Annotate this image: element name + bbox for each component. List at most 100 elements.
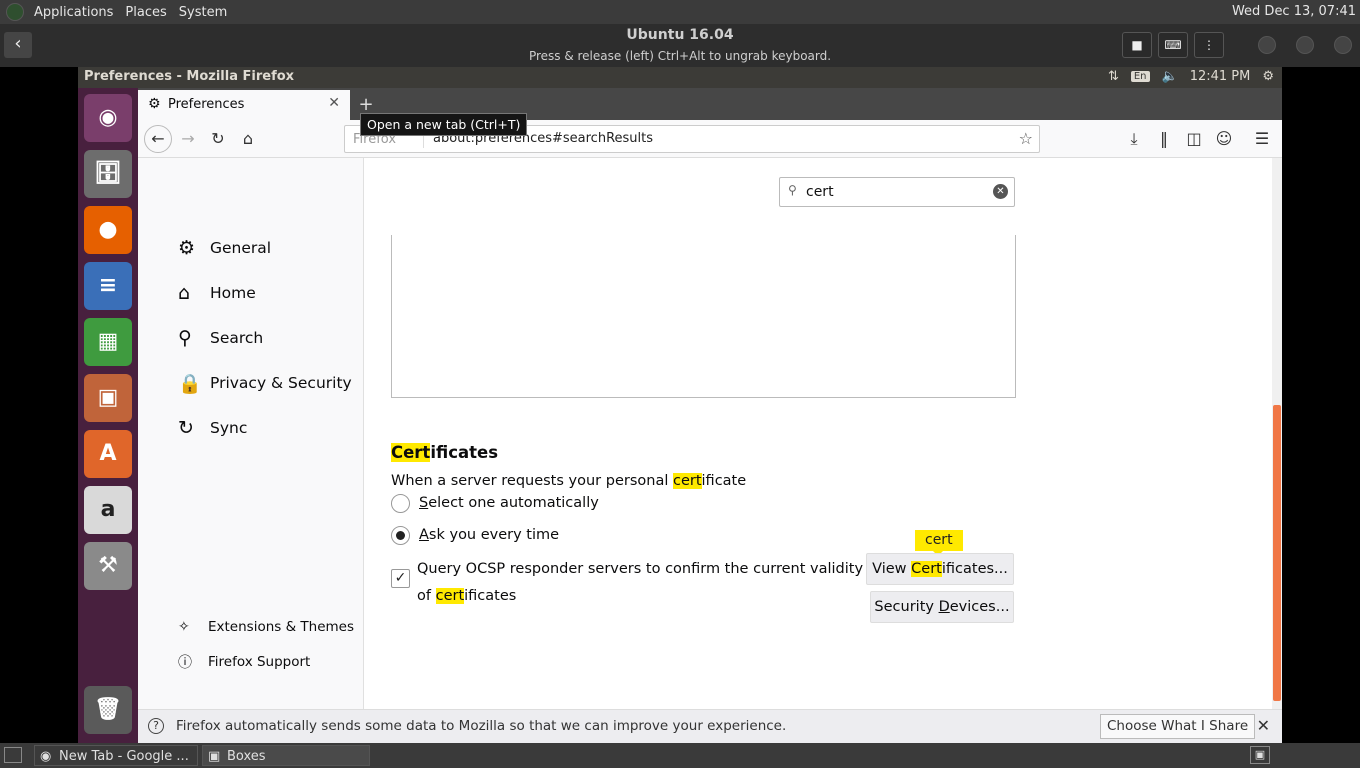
preferences-page: ⚙ General ⌂ Home ⚲ Search 🔒 Privacy & Se… bbox=[138, 158, 1282, 709]
radio-button[interactable] bbox=[391, 493, 410, 513]
keyboard-layout[interactable]: En bbox=[1130, 71, 1150, 82]
btn-text: Security bbox=[874, 599, 939, 615]
category-general[interactable]: ⚙ General bbox=[178, 233, 271, 263]
link-label: Extensions & Themes bbox=[208, 619, 355, 635]
sync-icon: ↻ bbox=[178, 417, 194, 439]
system-settings-icon[interactable]: ⚒ bbox=[84, 542, 132, 590]
firefox-icon[interactable]: ● bbox=[84, 206, 132, 254]
calc-icon[interactable]: ▦ bbox=[84, 318, 132, 366]
menu-system[interactable]: System bbox=[173, 5, 233, 20]
amazon-icon[interactable]: a bbox=[84, 486, 132, 534]
scrollbar-thumb[interactable] bbox=[1273, 405, 1281, 701]
boxes-subtitle: Press & release (left) Ctrl+Alt to ungra… bbox=[528, 49, 832, 63]
ubuntu-dash-icon[interactable]: ◉ bbox=[84, 94, 132, 142]
back-button[interactable]: ← bbox=[144, 125, 172, 153]
account-icon[interactable]: ☺ bbox=[1210, 126, 1238, 152]
settings-gear-icon[interactable]: ⚙ bbox=[1262, 69, 1274, 84]
ocsp-checkbox[interactable]: ✓ bbox=[391, 569, 410, 588]
stop-button[interactable]: ■ bbox=[1122, 32, 1152, 58]
close-notification-icon[interactable]: ✕ bbox=[1257, 716, 1270, 735]
preferences-main: ⚲ cert ✕ Certificates When a server requ… bbox=[365, 158, 1282, 709]
distro-logo-icon[interactable] bbox=[6, 3, 24, 21]
radio-button[interactable] bbox=[391, 525, 410, 545]
menu-places[interactable]: Places bbox=[119, 5, 172, 20]
firefox-support-link[interactable]: ⓘ Firefox Support bbox=[178, 647, 310, 677]
security-devices-button[interactable]: Security Devices... bbox=[870, 591, 1014, 623]
guest-top-panel: Preferences - Mozilla Firefox ⇅ En 🔈 12:… bbox=[78, 67, 1282, 88]
maximize-icon[interactable] bbox=[1296, 36, 1314, 54]
radio-label: Select one automatically bbox=[419, 495, 599, 511]
certificates-heading: Certificates bbox=[391, 443, 498, 462]
results-listbox[interactable] bbox=[391, 235, 1016, 398]
chrome-icon: ◉ bbox=[40, 749, 52, 764]
software-center-icon[interactable]: A bbox=[84, 430, 132, 478]
guest-clock[interactable]: 12:41 PM bbox=[1190, 69, 1251, 84]
new-tab-tooltip: Open a new tab (Ctrl+T) bbox=[360, 113, 528, 136]
clear-search-icon[interactable]: ✕ bbox=[993, 184, 1008, 199]
choose-what-i-share-button[interactable]: Choose What I Share bbox=[1100, 714, 1256, 739]
task-google-chrome[interactable]: ◉ New Tab - Google ... bbox=[34, 745, 198, 766]
search-tooltip-bubble: cert bbox=[915, 530, 963, 556]
label-rest: elect one automatically bbox=[428, 495, 599, 511]
trash-icon[interactable]: 🗑 bbox=[84, 686, 132, 734]
minimize-icon[interactable] bbox=[1258, 36, 1276, 54]
reload-button[interactable]: ↻ bbox=[204, 126, 232, 152]
tab-close-icon[interactable]: ✕ bbox=[328, 95, 340, 111]
category-privacy-security[interactable]: 🔒 Privacy & Security bbox=[178, 368, 352, 398]
home-button[interactable]: ⌂ bbox=[234, 126, 262, 152]
close-icon[interactable] bbox=[1334, 36, 1352, 54]
category-label: General bbox=[210, 239, 272, 257]
highlight: cert bbox=[672, 473, 702, 489]
search-icon: ⚲ bbox=[788, 183, 797, 197]
workspace-switcher-icon[interactable]: ▣ bbox=[1250, 746, 1270, 764]
downloads-icon[interactable]: ⤓ bbox=[1120, 126, 1148, 152]
search-icon: ⚲ bbox=[178, 327, 192, 349]
category-label: Search bbox=[210, 329, 264, 347]
preferences-search-input[interactable]: ⚲ cert ✕ bbox=[779, 177, 1015, 207]
writer-icon[interactable]: ≡ bbox=[84, 262, 132, 310]
forward-button[interactable]: → bbox=[174, 126, 202, 152]
host-clock[interactable]: Wed Dec 13, 07:41 bbox=[1232, 4, 1356, 19]
files-icon[interactable]: 🗄 bbox=[84, 150, 132, 198]
boxes-header-bar: ‹ Ubuntu 16.04 Press & release (left) Ct… bbox=[0, 24, 1360, 67]
guest-desktop: Preferences - Mozilla Firefox ⇅ En 🔈 12:… bbox=[78, 67, 1282, 743]
impress-icon[interactable]: ▣ bbox=[84, 374, 132, 422]
ocsp-label: Query OCSP responder servers to confirm … bbox=[417, 556, 867, 610]
volume-icon[interactable]: 🔈 bbox=[1162, 69, 1178, 84]
highlight: Cert bbox=[911, 561, 942, 577]
vertical-scrollbar[interactable] bbox=[1272, 158, 1282, 709]
search-value[interactable]: cert bbox=[806, 184, 834, 200]
library-icon[interactable]: ‖ bbox=[1150, 126, 1178, 152]
data-notification-bar: ? Firefox automatically sends some data … bbox=[138, 709, 1282, 743]
puzzle-icon: ✧ bbox=[178, 619, 190, 635]
lock-icon: 🔒 bbox=[178, 372, 202, 395]
category-search[interactable]: ⚲ Search bbox=[178, 323, 263, 353]
navigation-toolbar: ← → ↻ ⌂ Firefox about:preferences#search… bbox=[138, 120, 1282, 158]
view-certificates-button[interactable]: View Certificates... bbox=[866, 553, 1014, 585]
network-icon[interactable]: ⇅ bbox=[1108, 69, 1119, 84]
category-label: Privacy & Security bbox=[210, 374, 352, 392]
category-home[interactable]: ⌂ Home bbox=[178, 278, 256, 308]
tab-strip: ⚙ Preferences ✕ + Open a new tab (Ctrl+T… bbox=[138, 88, 1282, 136]
radio-ask-every-time[interactable]: Ask you every time bbox=[391, 524, 559, 546]
firefox-window: ⚙ Preferences ✕ + Open a new tab (Ctrl+T… bbox=[138, 88, 1282, 743]
task-boxes[interactable]: ▣ Boxes bbox=[202, 745, 370, 766]
menu-hamburger-icon[interactable]: ☰ bbox=[1248, 126, 1276, 152]
keyboard-button[interactable]: ⌨ bbox=[1158, 32, 1188, 58]
notification-message: Firefox automatically sends some data to… bbox=[176, 718, 787, 734]
more-options-button[interactable]: ⋮ bbox=[1194, 32, 1224, 58]
highlight: cert bbox=[435, 588, 465, 604]
task-label: Boxes bbox=[227, 749, 266, 764]
menu-applications[interactable]: Applications bbox=[28, 5, 119, 20]
show-desktop-icon[interactable] bbox=[4, 747, 22, 763]
sidebar-icon[interactable]: ◫ bbox=[1180, 126, 1208, 152]
tab-preferences[interactable]: ⚙ Preferences ✕ bbox=[138, 90, 350, 120]
radio-select-automatically[interactable]: Select one automatically bbox=[391, 492, 599, 514]
desc-text: When a server requests your personal bbox=[391, 473, 673, 489]
radio-label: Ask you every time bbox=[419, 527, 559, 543]
host-taskbar: ◉ New Tab - Google ... ▣ Boxes ▣ bbox=[0, 743, 1360, 768]
category-sync[interactable]: ↻ Sync bbox=[178, 413, 247, 443]
bookmark-star-icon[interactable]: ☆ bbox=[1019, 129, 1033, 148]
host-top-panel: Applications Places System Wed Dec 13, 0… bbox=[0, 0, 1360, 24]
extensions-themes-link[interactable]: ✧ Extensions & Themes bbox=[178, 612, 354, 642]
